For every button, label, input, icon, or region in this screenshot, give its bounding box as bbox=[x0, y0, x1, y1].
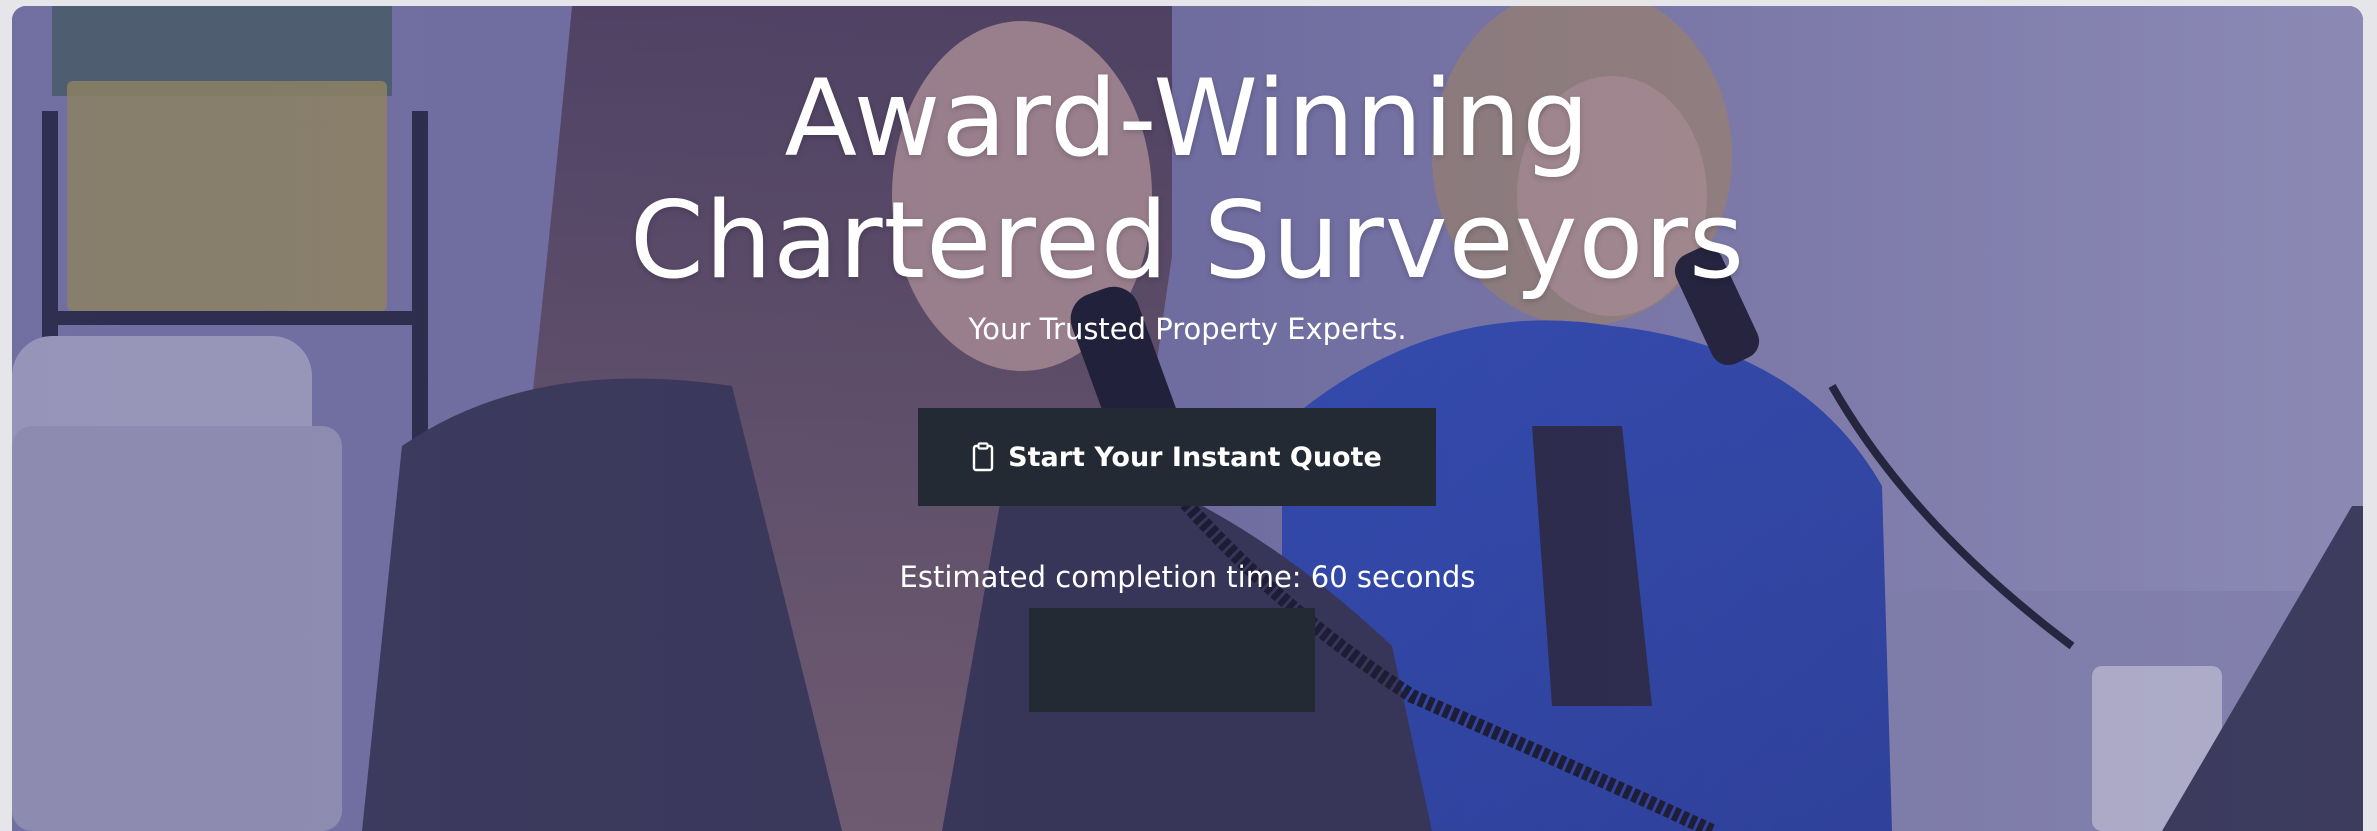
tagline: Your Trusted Property Experts. bbox=[968, 312, 1407, 346]
start-quote-button[interactable]: Start Your Instant Quote bbox=[918, 408, 1436, 506]
hero-section: Award-Winning Chartered Surveyors Your T… bbox=[12, 6, 2363, 831]
secondary-button[interactable] bbox=[1029, 608, 1315, 712]
estimated-time-text: Estimated completion time: 60 seconds bbox=[899, 560, 1476, 594]
headline-line-1: Award-Winning bbox=[784, 57, 1591, 180]
page-title: Award-Winning Chartered Surveyors bbox=[12, 58, 2363, 302]
clipboard-icon bbox=[972, 442, 994, 472]
start-quote-label: Start Your Instant Quote bbox=[1008, 441, 1382, 473]
hero-content: Award-Winning Chartered Surveyors Your T… bbox=[12, 6, 2363, 831]
headline-line-2: Chartered Surveyors bbox=[629, 179, 1746, 302]
